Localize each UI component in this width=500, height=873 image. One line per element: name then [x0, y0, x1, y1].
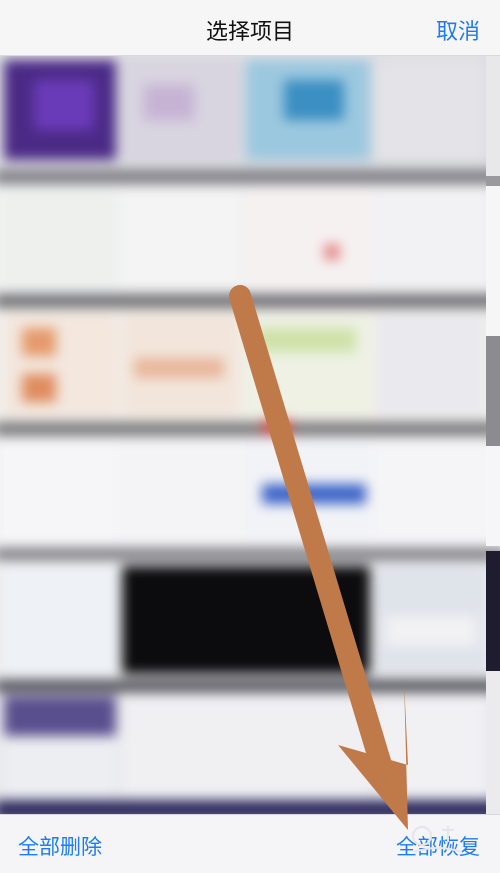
- thumbnail[interactable]: [4, 190, 116, 288]
- page-title: 选择项目: [205, 20, 294, 45]
- thumbnail[interactable]: [376, 696, 486, 806]
- grid-row: [0, 308, 500, 422]
- grid-separator: [0, 294, 500, 308]
- edge-column: [486, 186, 500, 336]
- thumbnail-detail: [134, 358, 224, 378]
- thumbnail-detail: [256, 328, 356, 352]
- thumbnail[interactable]: [4, 566, 116, 674]
- grid-row: [0, 184, 500, 294]
- thumbnail-detail: [262, 484, 366, 504]
- thumbnail[interactable]: [4, 442, 116, 542]
- bottom-toolbar: 全部删除 全部恢复: [0, 814, 500, 873]
- thumbnail-detail: [22, 328, 56, 356]
- edge-column: [486, 56, 500, 176]
- thumbnail-grid: [0, 56, 500, 814]
- grid-separator: [0, 170, 500, 184]
- restore-all-button[interactable]: 全部恢复: [396, 831, 480, 861]
- thumbnail-detail: [22, 374, 56, 402]
- edge-column: [486, 671, 500, 814]
- thumbnail[interactable]: [122, 190, 240, 288]
- grid-separator: [0, 680, 500, 692]
- thumbnail[interactable]: [376, 442, 486, 542]
- thumbnail[interactable]: [4, 314, 116, 416]
- thumbnail-detail: [284, 80, 344, 120]
- grid-separator: [0, 548, 500, 560]
- thumbnail[interactable]: [376, 314, 486, 416]
- nav-bar: 选择项目 取消: [0, 0, 500, 56]
- grid-row: [0, 560, 500, 680]
- thumbnail-detail: [144, 85, 194, 120]
- edge-column: [486, 336, 500, 446]
- thumbnail-detail: [4, 696, 116, 736]
- edge-column: [486, 446, 500, 546]
- thumbnail[interactable]: [122, 442, 240, 542]
- edge-column: [486, 551, 500, 671]
- thumbnail-detail: [262, 420, 292, 434]
- thumbnail[interactable]: [376, 60, 486, 160]
- grid-row: [0, 692, 500, 812]
- thumbnail-detail: [34, 80, 94, 130]
- thumbnail[interactable]: [122, 696, 370, 806]
- thumbnail-detail: [386, 616, 476, 646]
- grid-separator: [0, 422, 500, 436]
- edge-column: [486, 176, 500, 186]
- cancel-button[interactable]: 取消: [436, 14, 480, 46]
- thumbnail[interactable]: [4, 736, 116, 806]
- grid-row: [0, 800, 500, 814]
- thumbnail[interactable]: [246, 190, 370, 288]
- grid-row: [0, 56, 500, 170]
- grid-row: [0, 436, 500, 548]
- thumbnail-detail: [324, 244, 340, 260]
- thumbnail[interactable]: [122, 566, 370, 674]
- thumbnail[interactable]: [376, 190, 486, 288]
- delete-all-button[interactable]: 全部删除: [18, 831, 102, 861]
